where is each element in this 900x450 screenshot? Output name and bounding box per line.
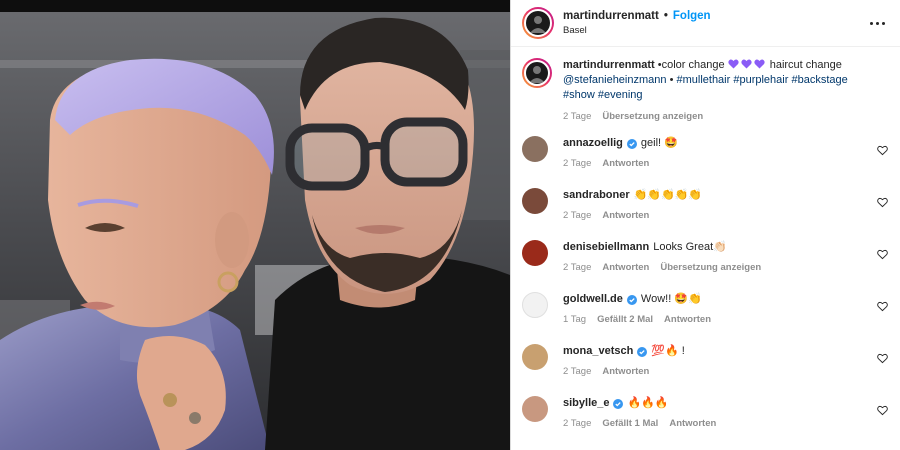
follow-button[interactable]: Folgen bbox=[673, 10, 711, 22]
post-location[interactable]: Basel bbox=[563, 25, 868, 36]
post-details-panel: martindurrenmatt • Folgen Basel martindu… bbox=[510, 0, 900, 450]
reply-button[interactable]: Antworten bbox=[602, 262, 649, 273]
comment-emoji: 🤩👏 bbox=[674, 293, 702, 305]
hashtag-link[interactable]: #backstage bbox=[791, 74, 847, 86]
comment-emoji: 🤩 bbox=[664, 137, 678, 149]
comment-time[interactable]: 2 Tage bbox=[563, 366, 591, 377]
hashtag-link[interactable]: #mullethair bbox=[676, 74, 730, 86]
comment-emoji: 🔥🔥🔥 bbox=[627, 397, 669, 409]
comment-text: Looks Great bbox=[653, 241, 714, 253]
caption-text-before: •color change bbox=[657, 59, 728, 71]
verified-badge-icon bbox=[613, 398, 624, 409]
caption-bullet: • bbox=[666, 74, 677, 86]
comment-text: geil! bbox=[640, 137, 662, 149]
comment-emoji: 💯🔥 ! bbox=[651, 345, 685, 357]
comment-text: Wow!! bbox=[640, 293, 672, 305]
reply-button[interactable]: Antworten bbox=[602, 158, 649, 169]
reply-button[interactable]: Antworten bbox=[669, 418, 716, 429]
author-avatar[interactable] bbox=[522, 7, 554, 39]
translate-button[interactable]: Übersetzung anzeigen bbox=[660, 262, 761, 273]
purple-heart-icon bbox=[728, 59, 739, 69]
comment-item: goldwell.de Wow!! 🤩👏 1 Tag Gefällt 2 Mal… bbox=[511, 292, 900, 344]
commenter-avatar[interactable] bbox=[522, 344, 548, 370]
comment-item: annazoellig geil! 🤩 2 Tage Antworten bbox=[511, 136, 900, 188]
verified-badge-icon bbox=[626, 138, 637, 149]
comment-username[interactable]: sandraboner bbox=[563, 188, 630, 203]
comment-username[interactable]: denisebiellmann bbox=[563, 240, 649, 255]
comment-time[interactable]: 2 Tage bbox=[563, 418, 591, 429]
caption-mention[interactable]: @stefanieheinzmann bbox=[563, 74, 667, 86]
video-frame bbox=[0, 0, 510, 450]
comment-username[interactable]: goldwell.de bbox=[563, 292, 623, 307]
verified-badge-icon bbox=[626, 294, 637, 305]
comment-item: mona_vetsch 💯🔥 ! 2 Tage Antworten bbox=[511, 344, 900, 396]
reply-button[interactable]: Antworten bbox=[664, 314, 711, 325]
more-options-icon[interactable] bbox=[868, 14, 886, 32]
likes-count[interactable]: Gefällt 2 Mal bbox=[597, 314, 653, 325]
comment-item: denisebiellmann Looks Great 👏🏻 2 Tage Ant… bbox=[511, 240, 900, 292]
separator-dot: • bbox=[663, 10, 668, 22]
user-silhouette-icon bbox=[529, 66, 545, 83]
reply-button[interactable]: Antworten bbox=[602, 366, 649, 377]
heart-outline-icon[interactable] bbox=[877, 405, 888, 416]
post-caption: martindurrenmatt •color change haircut c… bbox=[511, 47, 900, 124]
reply-button[interactable]: Antworten bbox=[602, 210, 649, 221]
commenter-avatar[interactable] bbox=[522, 136, 548, 162]
verified-badge-icon bbox=[637, 346, 648, 357]
comment-item: sandraboner 👏👏👏👏👏 2 Tage Antworten bbox=[511, 188, 900, 240]
comment-emoji: 👏👏👏👏👏 bbox=[633, 189, 703, 201]
comment-time[interactable]: 2 Tage bbox=[563, 210, 591, 221]
likes-count[interactable]: Gefällt 1 Mal bbox=[602, 418, 658, 429]
comment-emoji: 👏🏻 bbox=[713, 241, 727, 253]
author-username[interactable]: martindurrenmatt bbox=[563, 10, 659, 22]
comment-list: annazoellig geil! 🤩 2 Tage Antworten san… bbox=[511, 136, 900, 448]
purple-heart-icon bbox=[741, 59, 752, 69]
comment-time[interactable]: 2 Tage bbox=[563, 262, 591, 273]
user-silhouette-icon bbox=[530, 16, 546, 33]
heart-outline-icon[interactable] bbox=[877, 353, 888, 364]
caption-author-avatar[interactable] bbox=[522, 58, 552, 88]
comment-item: sibylle_e 🔥🔥🔥 2 Tage Gefällt 1 Mal Antwo… bbox=[511, 396, 900, 448]
comment-username[interactable]: annazoellig bbox=[563, 136, 623, 151]
heart-outline-icon[interactable] bbox=[877, 145, 888, 156]
caption-time[interactable]: 2 Tage bbox=[563, 109, 591, 124]
comment-time[interactable]: 1 Tag bbox=[563, 314, 586, 325]
translate-button[interactable]: Übersetzung anzeigen bbox=[602, 109, 703, 124]
hashtag-link[interactable]: #show bbox=[563, 89, 595, 101]
caption-username[interactable]: martindurrenmatt bbox=[563, 59, 655, 71]
commenter-avatar[interactable] bbox=[522, 396, 548, 422]
post-header: martindurrenmatt • Folgen Basel bbox=[511, 0, 900, 47]
comment-username[interactable]: mona_vetsch bbox=[563, 344, 633, 359]
instagram-post-view: martindurrenmatt • Folgen Basel martindu… bbox=[0, 0, 900, 450]
hashtag-link[interactable]: #evening bbox=[598, 89, 643, 101]
post-video[interactable] bbox=[0, 0, 510, 450]
purple-heart-icon bbox=[754, 59, 765, 69]
comment-time[interactable]: 2 Tage bbox=[563, 158, 591, 169]
comment-username[interactable]: sibylle_e bbox=[563, 396, 609, 411]
caption-text-after: haircut change bbox=[766, 59, 842, 71]
heart-outline-icon[interactable] bbox=[877, 301, 888, 312]
hashtag-link[interactable]: #purplehair bbox=[733, 74, 788, 86]
commenter-avatar[interactable] bbox=[522, 292, 548, 318]
heart-outline-icon[interactable] bbox=[877, 249, 888, 260]
commenter-avatar[interactable] bbox=[522, 240, 548, 266]
commenter-avatar[interactable] bbox=[522, 188, 548, 214]
heart-outline-icon[interactable] bbox=[877, 197, 888, 208]
